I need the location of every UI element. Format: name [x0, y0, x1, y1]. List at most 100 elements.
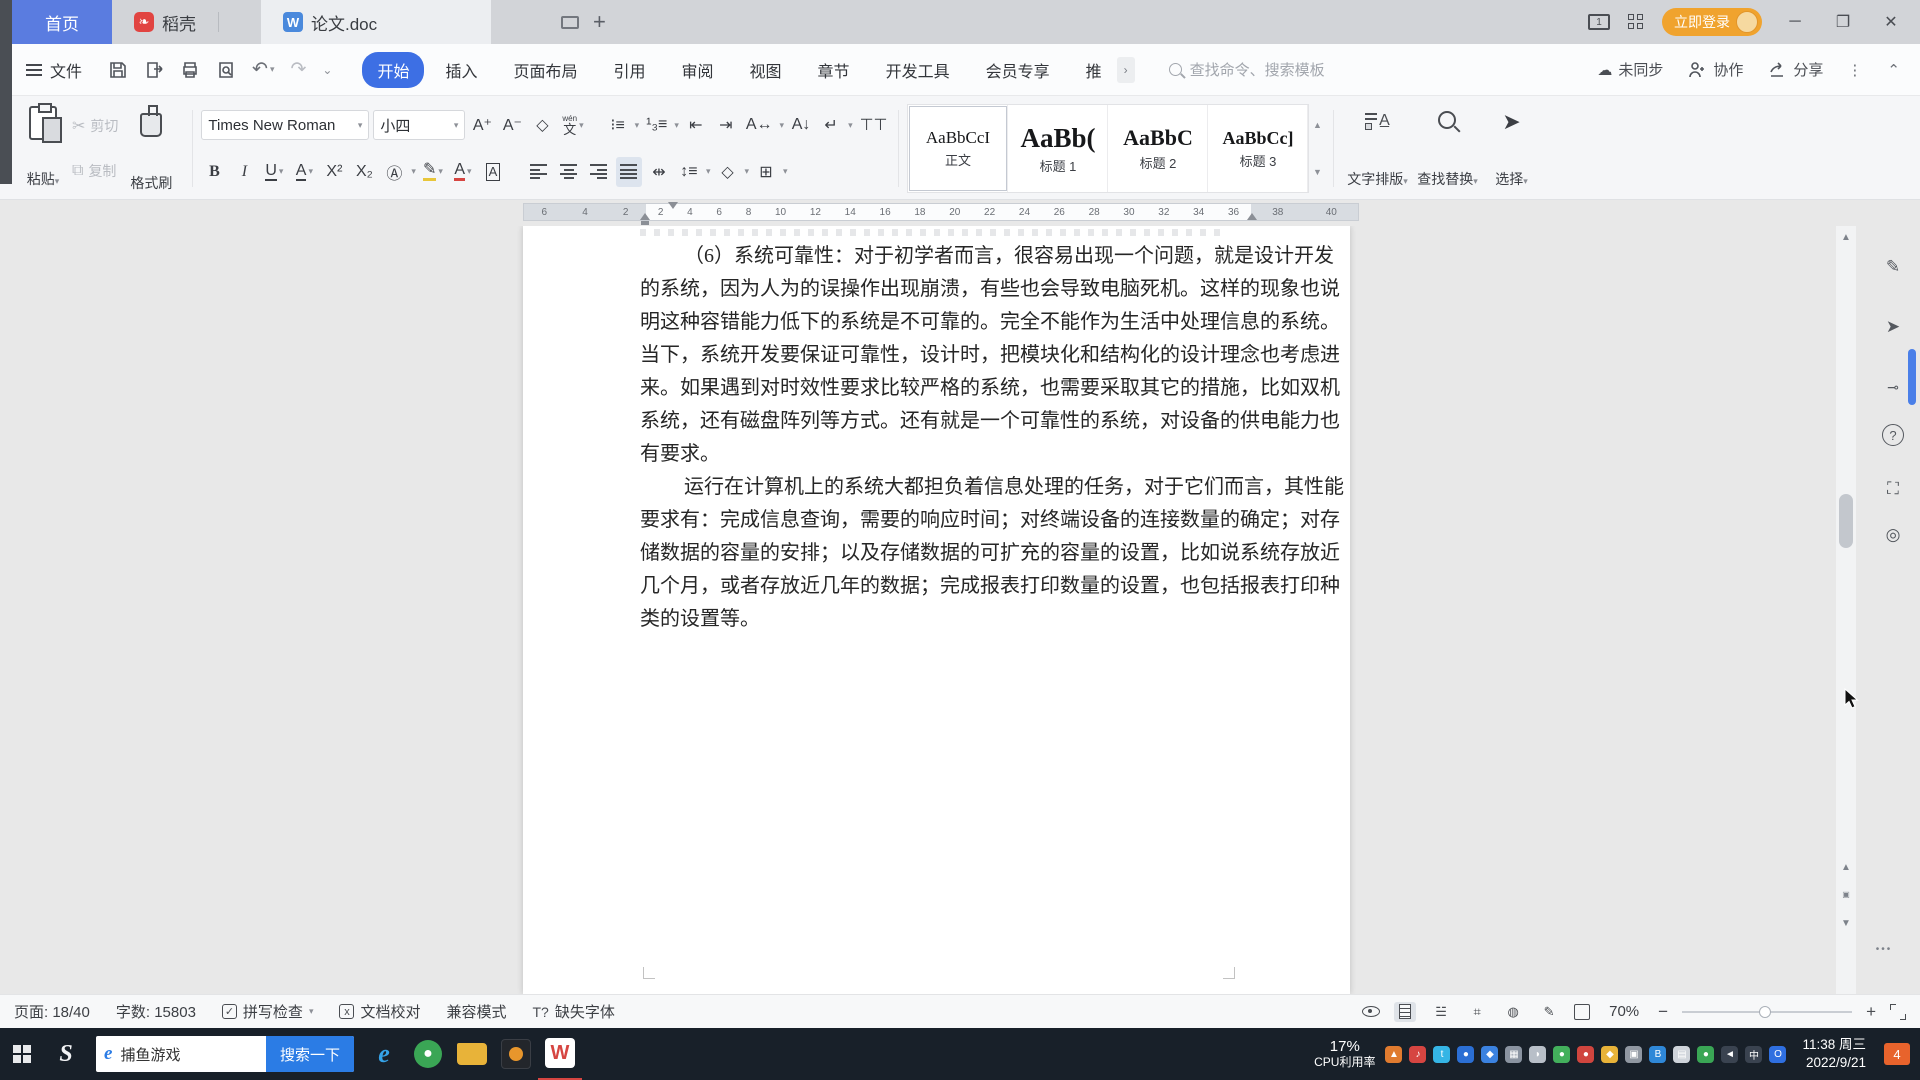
next-page-icon[interactable]: ▼	[1836, 918, 1856, 929]
menu-overflow-chevron-icon[interactable]: ›	[1116, 56, 1135, 83]
right-indent-marker[interactable]	[1247, 213, 1257, 220]
new-tab-plus-icon[interactable]: +	[593, 11, 606, 33]
spellcheck-button[interactable]: ✓ 拼写检查 ▾	[221, 1001, 313, 1022]
collaborate-button[interactable]: 协作	[1687, 59, 1743, 80]
vertical-scrollbar[interactable]: ▲	[1836, 226, 1856, 994]
char-scale-button[interactable]: A↔	[743, 110, 776, 140]
taskbar-clock[interactable]: 11:38 周三 2022/9/21	[1802, 1036, 1866, 1071]
text-layout-button[interactable]: A̲ 文字排版▾	[1342, 102, 1412, 195]
tab-stops-button[interactable]: ⊤⊤	[857, 110, 891, 140]
bullet-list-button[interactable]: ⁝≡	[605, 110, 631, 140]
redo-button[interactable]: ↷	[290, 58, 306, 81]
notification-badge[interactable]: 4	[1884, 1043, 1910, 1065]
help-icon[interactable]: ?	[1882, 424, 1904, 446]
menu-tab-4[interactable]: 审阅	[667, 52, 729, 88]
more-options-icon[interactable]: ⋮	[1847, 61, 1863, 79]
pointer-tool-icon[interactable]: ➤	[1878, 312, 1908, 342]
page-indicator[interactable]: 页面: 18/40	[14, 1001, 90, 1022]
increase-indent-button[interactable]: ⇥	[713, 110, 739, 140]
shading-button[interactable]: ◇	[714, 157, 740, 187]
styles-scroll-down-icon[interactable]: ▼	[1313, 167, 1322, 177]
menu-tab-2[interactable]: 页面布局	[498, 52, 592, 88]
print-icon[interactable]	[180, 60, 200, 80]
document-text[interactable]: （6）系统可靠性：对于初学者而言，很容易出现一个问题，就是设计开发 的系统，因为人…	[640, 240, 1344, 636]
bold-button[interactable]: B	[201, 157, 227, 187]
highlight-button[interactable]: ✎ ▾	[420, 157, 446, 187]
sort-button[interactable]: A↓	[788, 110, 814, 140]
notification-bell-icon[interactable]: ◗	[1529, 1045, 1547, 1063]
driver-app-icon[interactable]: ▣	[1625, 1045, 1643, 1063]
print-preview-icon[interactable]	[216, 60, 236, 80]
scroll-up-icon[interactable]: ▲	[1836, 232, 1856, 243]
proofread-button[interactable]: x 文档校对	[339, 1001, 420, 1022]
menu-tab-6[interactable]: 章节	[803, 52, 865, 88]
justify-button[interactable]	[615, 156, 642, 187]
undo-button[interactable]: ↶ ▾	[252, 58, 274, 81]
distribute-button[interactable]: ⇹	[646, 157, 672, 187]
tab-home[interactable]: 首页	[12, 0, 112, 44]
font-color-button[interactable]: A ▾	[450, 157, 476, 187]
share-button[interactable]: 分享	[1767, 59, 1823, 80]
menu-tab-7[interactable]: 开发工具	[871, 52, 965, 88]
green-browser-button[interactable]: ●	[406, 1028, 450, 1080]
menu-tab-5[interactable]: 视图	[735, 52, 797, 88]
save-icon[interactable]	[108, 60, 128, 80]
sync-status-button[interactable]: ☁ 未同步	[1597, 59, 1663, 80]
select-button[interactable]: ➤ 选择▾	[1482, 102, 1540, 195]
align-left-button[interactable]	[526, 157, 552, 187]
zoom-slider[interactable]	[1682, 1005, 1853, 1018]
style-card-标题 1[interactable]: AaBb(标题 1	[1008, 105, 1109, 192]
tab-daoke[interactable]: ❧ 稻壳	[112, 0, 218, 44]
cut-button[interactable]: ✂ 剪切	[72, 116, 118, 136]
document-page[interactable]: （6）系统可靠性：对于初学者而言，很容易出现一个问题，就是设计开发 的系统，因为人…	[523, 226, 1350, 994]
line-spacing-button[interactable]: ↕≡	[676, 157, 702, 187]
download-app-icon[interactable]: ●	[1577, 1045, 1595, 1063]
edit-pen-icon[interactable]: ✎	[1878, 252, 1908, 282]
font-name-select[interactable]: Times New Roman ▾	[201, 110, 370, 141]
file-explorer-button[interactable]	[450, 1028, 494, 1080]
green-app-icon[interactable]: ●	[1697, 1045, 1715, 1063]
underline-button[interactable]: U ▾	[261, 157, 287, 187]
split-screen-icon[interactable]	[561, 15, 579, 29]
fullscreen-icon[interactable]	[1890, 1003, 1906, 1020]
wrap-mark-button[interactable]: ↵	[818, 110, 844, 140]
copy-button[interactable]: ⧉ 复制	[72, 161, 118, 181]
grow-font-button[interactable]: A⁺	[469, 110, 495, 140]
app-grid-icon[interactable]	[1628, 14, 1644, 30]
find-replace-button[interactable]: 查找替换▾	[1412, 102, 1482, 195]
left-indent-marker[interactable]	[641, 221, 649, 225]
minimize-button[interactable]: ─	[1780, 13, 1810, 31]
volume-icon[interactable]: ◄	[1721, 1045, 1739, 1063]
web-view-icon[interactable]: ◍	[1502, 1002, 1524, 1022]
qq-icon[interactable]: ●	[1457, 1045, 1475, 1063]
command-search[interactable]: 查找命令、搜索模板	[1168, 59, 1325, 80]
clear-format-button[interactable]: ◇	[529, 110, 555, 140]
export-icon[interactable]	[144, 60, 164, 80]
shrink-font-button[interactable]: A⁻	[499, 110, 525, 140]
char-shading-button[interactable]: Ⓐ	[381, 157, 407, 187]
pinyin-guide-button[interactable]: wén 文 ▾	[559, 110, 586, 140]
file-menu[interactable]: 文件	[26, 58, 82, 82]
sogou-browser-button[interactable]: S	[44, 1028, 88, 1080]
style-card-正文[interactable]: AaBbCcI 正文	[908, 105, 1009, 192]
paste-button[interactable]: 粘贴▾	[14, 102, 72, 195]
zoom-out-button[interactable]: −	[1658, 1002, 1668, 1022]
music-app-icon[interactable]: ♪	[1409, 1045, 1427, 1063]
outline-view-icon[interactable]: ☱	[1430, 1002, 1452, 1022]
decrease-indent-button[interactable]: ⇤	[683, 110, 709, 140]
menu-tab-0[interactable]: 开始	[362, 51, 425, 88]
opera-icon[interactable]: O	[1769, 1045, 1787, 1063]
taskbar-search-button[interactable]: 搜索一下	[265, 1036, 354, 1072]
restore-button[interactable]: ❐	[1828, 12, 1858, 32]
fit-page-icon[interactable]	[1574, 1003, 1591, 1020]
font-size-select[interactable]: 小四 ▾	[373, 110, 466, 141]
ime-icon[interactable]: 中	[1745, 1045, 1763, 1063]
strikethrough-button[interactable]: A ▾	[291, 157, 317, 187]
menu-tab-9[interactable]: 推	[1071, 52, 1117, 88]
workspace-layout-icon[interactable]: 1	[1588, 14, 1610, 30]
book-view-icon[interactable]: ⌗	[1466, 1002, 1488, 1022]
hanging-indent-marker[interactable]	[640, 213, 650, 220]
first-line-indent-marker[interactable]	[668, 202, 678, 209]
zoom-slider-thumb[interactable]	[1758, 1005, 1771, 1018]
battery-saver-icon[interactable]: ●	[1553, 1045, 1571, 1063]
